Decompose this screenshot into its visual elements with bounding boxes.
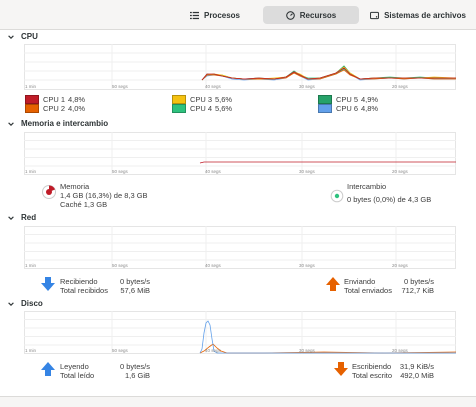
tick-label: 40 segs — [205, 169, 221, 174]
cpu4-label: CPU 4 — [190, 104, 213, 113]
tick-label: 1 min — [25, 84, 37, 89]
memory-label: Memoria — [60, 182, 90, 191]
disk-title: Disco — [21, 299, 43, 308]
cpu3-label: CPU 3 — [190, 95, 213, 104]
tab-processes[interactable]: Procesos — [180, 6, 250, 24]
sending-label: Enviando — [344, 277, 376, 286]
sent-total-label: Total enviados — [344, 286, 392, 295]
bottom-border — [0, 396, 476, 407]
cpu3-value: 5,6% — [215, 95, 233, 104]
tick-label: 30 segs — [299, 348, 315, 353]
disk-write-arrow-icon[interactable] — [333, 361, 349, 377]
memory-pie-icon[interactable] — [41, 184, 57, 200]
writing-rate: 31,9 KiB/s — [399, 362, 434, 371]
tick-label: 1 min — [25, 348, 37, 353]
chevron-down-icon — [8, 301, 14, 306]
download-arrow-icon[interactable] — [40, 276, 56, 292]
swap-pie-icon[interactable] — [330, 189, 344, 203]
tick-label: 1 min — [25, 263, 37, 268]
network-section-header[interactable]: Red — [7, 213, 36, 222]
cpu6-value: 4,8% — [361, 104, 379, 113]
tab-resources[interactable]: Recursos — [263, 6, 359, 24]
gauge-icon — [285, 10, 295, 20]
receiving-label: Recibiendo — [60, 277, 98, 286]
network-title: Red — [21, 213, 37, 222]
cpu4-swatch[interactable] — [172, 104, 186, 113]
reading-rate: 0 bytes/s — [119, 362, 150, 371]
sending-rate: 0 bytes/s — [403, 277, 434, 286]
cpu-title: CPU — [21, 32, 38, 41]
chevron-down-icon — [8, 34, 14, 39]
cpu4-value: 5,6% — [215, 104, 233, 113]
list-icon — [189, 11, 199, 19]
writing-label: Escribiendo — [352, 362, 392, 371]
cpu2-value: 4,0% — [68, 104, 86, 113]
disk-icon — [370, 11, 380, 19]
reading-label: Leyendo — [60, 362, 89, 371]
header-bar: Procesos Recursos Sistemas de archivos — [0, 0, 476, 30]
tick-label: 50 segs — [112, 263, 128, 268]
tick-label: 1 min — [25, 169, 37, 174]
tick-label: 20 segs — [392, 84, 408, 89]
swap-label: Intercambio — [347, 182, 387, 191]
tab-processes-label: Procesos — [203, 10, 241, 20]
chevron-down-icon — [8, 215, 14, 220]
tick-label: 40 segs — [205, 263, 221, 268]
memory-cache: Caché 1,3 GB — [60, 200, 108, 209]
sent-total: 712,7 KiB — [401, 286, 434, 295]
cpu2-swatch[interactable] — [25, 104, 39, 113]
swap-value: 0 bytes (0,0%) de 4,3 GB — [347, 195, 432, 204]
write-total: 492,0 MiB — [400, 371, 434, 380]
tick-label: 30 segs — [299, 263, 315, 268]
cpu2-label: CPU 2 — [43, 104, 66, 113]
cpu1-swatch[interactable] — [25, 95, 39, 104]
tick-label: 20 segs — [392, 169, 408, 174]
received-total: 57,6 MiB — [120, 286, 150, 295]
tick-label: 50 segs — [112, 169, 128, 174]
read-total: 1,6 GiB — [124, 371, 150, 380]
tab-filesystems[interactable]: Sistemas de archivos — [364, 6, 472, 24]
cpu-section-header[interactable]: CPU — [7, 32, 38, 41]
write-total-label: Total escrito — [352, 371, 393, 380]
tick-label: 20 segs — [392, 348, 408, 353]
memory-value: 1,4 GB (16,3%) de 8,3 GB — [60, 191, 148, 200]
disk-section-header[interactable]: Disco — [7, 299, 43, 308]
tick-label: 50 segs — [112, 348, 128, 353]
memory-title: Memoria e intercambio — [21, 119, 109, 128]
tick-label: 40 segs — [205, 84, 221, 89]
tab-resources-label: Recursos — [299, 10, 337, 20]
disk-read-arrow-icon[interactable] — [40, 361, 56, 377]
tick-label: 30 segs — [299, 84, 315, 89]
cpu5-label: CPU 5 — [336, 95, 359, 104]
cpu6-swatch[interactable] — [318, 104, 332, 113]
tab-filesystems-label: Sistemas de archivos — [384, 10, 466, 20]
upload-arrow-icon[interactable] — [325, 276, 341, 292]
cpu3-swatch[interactable] — [172, 95, 186, 104]
received-total-label: Total recibidos — [60, 286, 108, 295]
read-total-label: Total leído — [60, 371, 95, 380]
receiving-rate: 0 bytes/s — [119, 277, 150, 286]
tick-label: 30 segs — [299, 169, 315, 174]
tick-label: 20 segs — [392, 263, 408, 268]
tick-label: 50 segs — [112, 84, 128, 89]
tick-label: 40 segs — [205, 348, 221, 353]
chevron-down-icon — [8, 121, 14, 126]
cpu5-value: 4,9% — [361, 95, 379, 104]
cpu1-label: CPU 1 — [43, 95, 66, 104]
memory-section-header[interactable]: Memoria e intercambio — [7, 119, 108, 128]
cpu1-value: 4,8% — [68, 95, 86, 104]
cpu5-swatch[interactable] — [318, 95, 332, 104]
cpu6-label: CPU 6 — [336, 104, 359, 113]
